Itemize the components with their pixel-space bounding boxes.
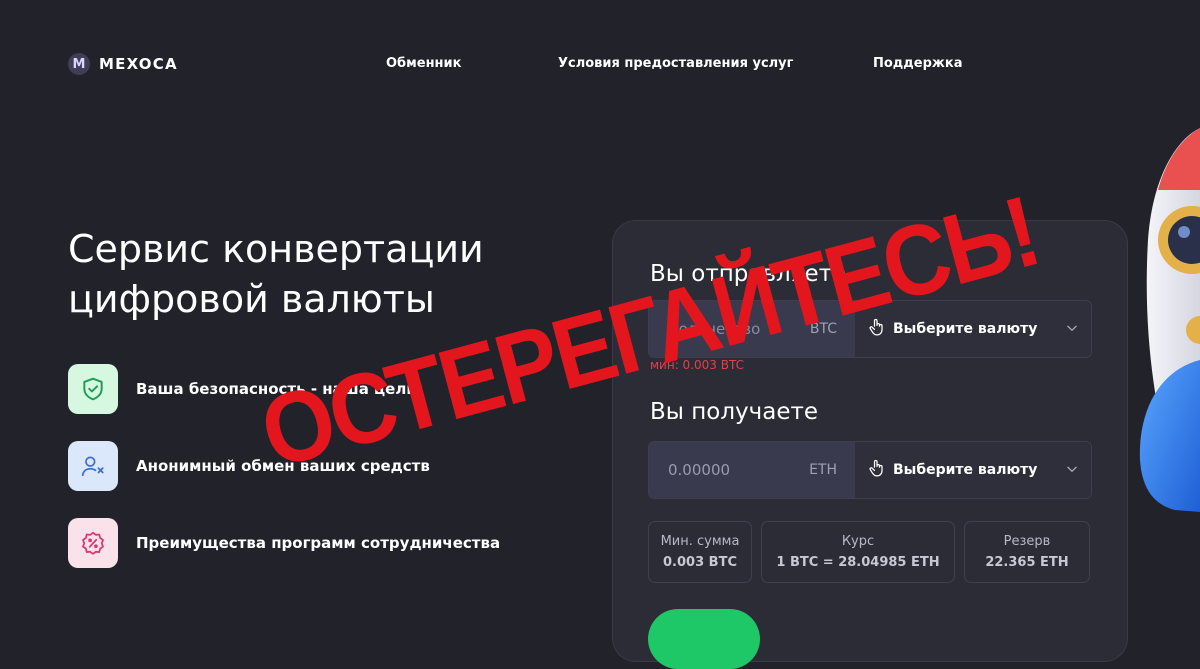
feature-partnership: Преимущества программ сотрудничества — [68, 518, 500, 568]
receive-select-label: Выберите валюту — [893, 462, 1038, 478]
percent-badge-icon — [68, 518, 118, 568]
stat-min-amount: Мин. сумма 0.003 BTC — [648, 521, 752, 583]
receive-row: 0.00000 ETH Выберите валюту — [648, 441, 1092, 499]
stat-reserve: Резерв 22.365 ETH — [964, 521, 1090, 583]
hero-title: Сервис конвертации цифровой валюты — [68, 227, 484, 321]
stat-label: Резерв — [1003, 534, 1051, 549]
stat-label: Курс — [841, 534, 875, 549]
nav-support[interactable]: Поддержка — [873, 56, 962, 71]
receive-currency-select[interactable]: Выберите валюту — [855, 442, 1091, 498]
stat-label: Мин. сумма — [660, 534, 740, 549]
chevron-down-icon — [1065, 461, 1079, 480]
rocket-illustration — [1130, 120, 1200, 560]
stat-value: 0.003 BTC — [663, 555, 737, 570]
nav-terms[interactable]: Условия предоставления услуг — [558, 56, 793, 71]
receive-amount-input[interactable]: 0.00000 ETH — [649, 442, 855, 498]
user-x-icon — [68, 441, 118, 491]
stat-rate: Курс 1 BTC = 28.04985 ETH — [761, 521, 955, 583]
send-select-label: Выберите валюту — [893, 321, 1038, 337]
hand-pointer-icon — [867, 458, 887, 482]
stat-value: 22.365 ETH — [985, 555, 1069, 570]
receive-title: Вы получаете — [650, 399, 819, 425]
receive-currency-code: ETH — [809, 462, 837, 478]
logo-text: MEXOCA — [99, 55, 178, 73]
feature-label: Преимущества программ сотрудничества — [136, 534, 501, 552]
receive-amount-value: 0.00000 — [668, 461, 731, 479]
nav-exchanger[interactable]: Обменник — [386, 56, 461, 71]
stat-value: 1 BTC = 28.04985 ETH — [776, 555, 940, 570]
logo-badge: M — [68, 53, 90, 75]
shield-check-icon — [68, 364, 118, 414]
logo[interactable]: M MEXOCA — [68, 53, 178, 75]
exchange-submit-button[interactable] — [648, 609, 760, 669]
chevron-down-icon — [1065, 320, 1079, 339]
